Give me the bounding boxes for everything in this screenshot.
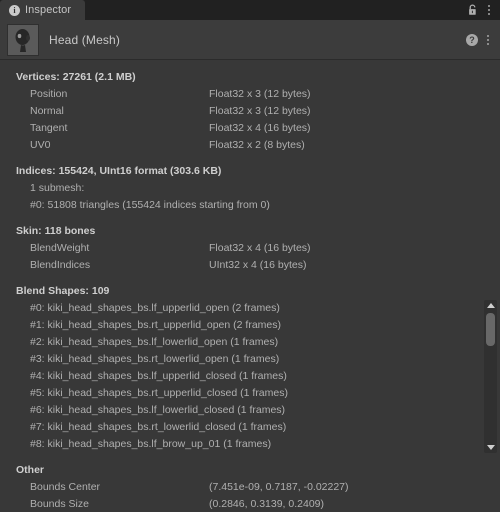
table-row: Bounds Center (7.451e-09, 0.7187, -0.022… — [0, 479, 500, 496]
scroll-thumb[interactable] — [486, 313, 495, 346]
table-row: Tangent Float32 x 4 (16 bytes) — [0, 120, 500, 137]
row-value: (0.2846, 0.3139, 0.2409) — [209, 498, 325, 510]
tab-inspector-label: Inspector — [25, 4, 72, 16]
tab-bar: i Inspector — [0, 0, 500, 20]
object-kebab-menu-icon[interactable] — [484, 34, 492, 46]
section-title-vertices: Vertices: 27261 (2.1 MB) — [16, 71, 136, 83]
list-item: #8: kiki_head_shapes_bs.lf_brow_up_01 (1… — [30, 438, 272, 450]
section-title-indices: Indices: 155424, UInt16 format (303.6 KB… — [16, 165, 222, 177]
mesh-preview-thumbnail[interactable] — [7, 23, 39, 56]
list-item: #5: kiki_head_shapes_bs.rt_upperlid_clos… — [30, 387, 288, 399]
list-item: #4: kiki_head_shapes_bs.lf_upperlid_clos… — [30, 370, 287, 382]
scroll-down-arrow[interactable] — [486, 445, 495, 450]
table-row: 1 submesh: — [30, 182, 85, 194]
row-key: BlendIndices — [30, 259, 91, 271]
row-value: Float32 x 2 (8 bytes) — [209, 139, 305, 151]
list-item: #7: kiki_head_shapes_bs.rt_lowerlid_clos… — [30, 421, 287, 433]
row-value: UInt32 x 4 (16 bytes) — [209, 259, 307, 271]
list-item: #2: kiki_head_shapes_bs.lf_lowerlid_open… — [30, 336, 279, 348]
list-item: #0: kiki_head_shapes_bs.lf_upperlid_open… — [30, 302, 280, 314]
page-title: Head (Mesh) — [49, 32, 121, 47]
table-row: Position Float32 x 3 (12 bytes) — [0, 86, 500, 103]
tab-inspector[interactable]: i Inspector — [0, 0, 86, 20]
blend-shapes-scrollbar[interactable] — [484, 300, 497, 453]
kebab-menu-icon[interactable] — [485, 4, 493, 16]
row-value: (7.451e-09, 0.7187, -0.02227) — [209, 481, 349, 493]
row-value: Float32 x 4 (16 bytes) — [209, 122, 311, 134]
object-header: Head (Mesh) ? — [0, 20, 500, 60]
table-row: Bounds Size (0.2846, 0.3139, 0.2409) — [0, 496, 500, 512]
list-item: #3: kiki_head_shapes_bs.rt_lowerlid_open… — [30, 353, 280, 365]
scroll-up-arrow[interactable] — [486, 303, 495, 308]
row-key: UV0 — [30, 139, 51, 151]
table-row: BlendIndices UInt32 x 4 (16 bytes) — [0, 257, 500, 274]
section-title-other: Other — [16, 464, 45, 476]
row-value: Float32 x 3 (12 bytes) — [209, 88, 311, 100]
row-key: Normal — [30, 105, 64, 117]
info-icon: i — [9, 4, 20, 16]
help-icon[interactable]: ? — [466, 33, 478, 46]
row-key: BlendWeight — [30, 242, 90, 254]
mesh-info-panel: Vertices: 27261 (2.1 MB) Position Float3… — [0, 60, 500, 512]
row-key: Tangent — [30, 122, 68, 134]
row-value: Float32 x 4 (16 bytes) — [209, 242, 311, 254]
object-header-controls: ? — [466, 33, 492, 46]
row-key: Bounds Center — [30, 481, 101, 493]
section-title-skin: Skin: 118 bones — [16, 225, 96, 237]
lock-icon[interactable] — [467, 4, 478, 16]
row-value: Float32 x 3 (12 bytes) — [209, 105, 311, 117]
tab-bar-controls — [467, 0, 500, 20]
blend-shapes-list: #0: kiki_head_shapes_bs.lf_upperlid_open… — [0, 300, 500, 453]
table-row: UV0 Float32 x 2 (8 bytes) — [0, 137, 500, 154]
section-title-blend-shapes: Blend Shapes: 109 — [16, 285, 110, 297]
table-row: Normal Float32 x 3 (12 bytes) — [0, 103, 500, 120]
list-item: #6: kiki_head_shapes_bs.lf_lowerlid_clos… — [30, 404, 286, 416]
table-row: #0: 51808 triangles (155424 indices star… — [30, 199, 270, 211]
row-key: Position — [30, 88, 68, 100]
row-key: Bounds Size — [30, 498, 89, 510]
inspector-window: i Inspector Head (Mesh) ? Vertices: 2726… — [0, 0, 500, 512]
table-row: BlendWeight Float32 x 4 (16 bytes) — [0, 240, 500, 257]
list-item: #1: kiki_head_shapes_bs.rt_upperlid_open… — [30, 319, 281, 331]
